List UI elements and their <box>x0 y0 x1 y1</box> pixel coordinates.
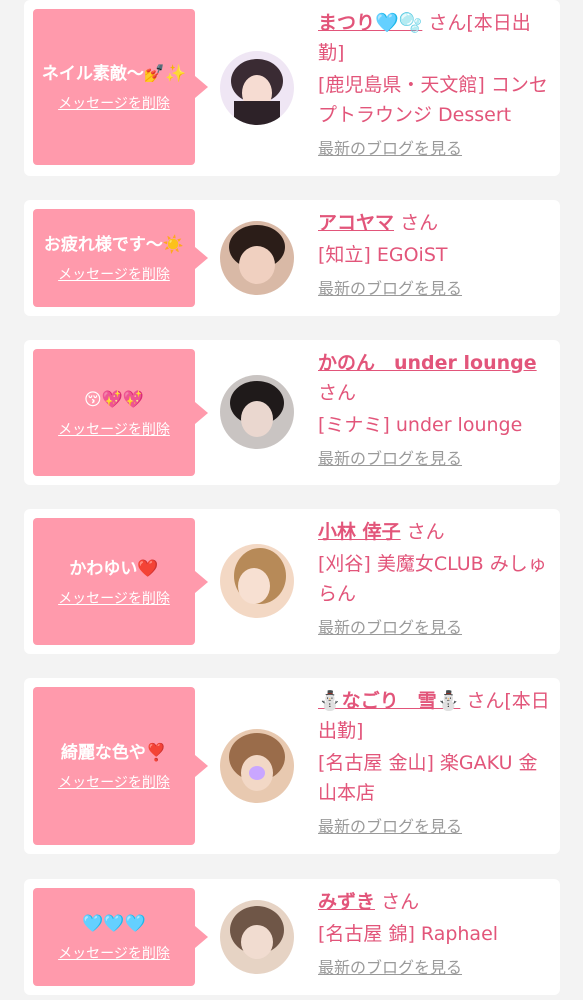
message-bubble: お疲れ様です〜☀️ メッセージを削除 <box>33 209 208 307</box>
avatar[interactable] <box>220 375 294 449</box>
latest-blog-link[interactable]: 最新のブログを見る <box>318 613 554 643</box>
user-name-link[interactable]: みずき <box>318 891 375 913</box>
avatar[interactable] <box>220 544 294 618</box>
avatar-image <box>220 729 294 803</box>
user-name-link[interactable]: 小林 倖子 <box>318 521 401 543</box>
avatar-image <box>220 544 294 618</box>
list-item: お疲れ様です〜☀️ メッセージを削除 アコヤマ さん [知立] EGOiST 最… <box>24 200 560 316</box>
shop-name: [名古屋 金山] 楽GAKU 金山本店 <box>318 752 538 804</box>
message-bubble: 🩵🩵🩵 メッセージを削除 <box>33 888 208 986</box>
delete-message-link[interactable]: メッセージを削除 <box>58 943 170 963</box>
shop-name: [知立] EGOiST <box>318 244 448 266</box>
message-bubble: かわゆい❤️ メッセージを削除 <box>33 518 208 645</box>
list-item: 綺麗な色や❣️ メッセージを削除 ⛄なごり 雪⛄ さん[本日出勤] [名古屋 金… <box>24 678 560 854</box>
message-text: 綺麗な色や❣️ <box>60 743 168 763</box>
shop-name: [ミナミ] under lounge <box>318 414 523 436</box>
latest-blog-link[interactable]: 最新のブログを見る <box>318 444 554 474</box>
user-suffix: さん <box>406 521 445 543</box>
list-item: 🩵🩵🩵 メッセージを削除 みずき さん [名古屋 錦] Raphael 最新のブ… <box>24 879 560 995</box>
shop-name: [鹿児島県・天文館] コンセプトラウンジ Dessert <box>318 74 548 126</box>
avatar[interactable] <box>220 221 294 295</box>
user-info: まつり🩵🫧 さん[本日出勤] [鹿児島県・天文館] コンセプトラウンジ Dess… <box>318 8 554 164</box>
avatar-image <box>220 51 294 125</box>
delete-message-link[interactable]: メッセージを削除 <box>58 264 170 284</box>
user-info: かのん under lounge さん [ミナミ] under lounge 最… <box>318 348 554 474</box>
message-text: ネイル素敵〜💅✨ <box>41 64 187 84</box>
avatar-image <box>220 375 294 449</box>
latest-blog-link[interactable]: 最新のブログを見る <box>318 953 554 983</box>
message-bubble: ネイル素敵〜💅✨ メッセージを削除 <box>33 9 208 165</box>
shop-name: [名古屋 錦] Raphael <box>318 923 499 945</box>
user-suffix: さん <box>400 212 439 234</box>
user-suffix: さん <box>318 382 357 404</box>
shop-name: [刈谷] 美魔女CLUB みしゅらん <box>318 553 547 605</box>
user-name-link[interactable]: かのん under lounge <box>318 352 537 374</box>
user-info: みずき さん [名古屋 錦] Raphael 最新のブログを見る <box>318 887 554 983</box>
delete-message-link[interactable]: メッセージを削除 <box>58 772 170 792</box>
latest-blog-link[interactable]: 最新のブログを見る <box>318 274 554 304</box>
avatar[interactable] <box>220 729 294 803</box>
avatar[interactable] <box>220 51 294 125</box>
message-text: かわゆい❤️ <box>69 558 159 579</box>
list-item: かわゆい❤️ メッセージを削除 小林 倖子 さん [刈谷] 美魔女CLUB みし… <box>24 509 560 654</box>
avatar-image <box>220 900 294 974</box>
user-name-link[interactable]: まつり🩵🫧 <box>318 12 422 34</box>
latest-blog-link[interactable]: 最新のブログを見る <box>318 812 554 842</box>
message-text: 🩵🩵🩵 <box>82 914 146 934</box>
message-bubble: 😚💖💖 メッセージを削除 <box>33 349 208 476</box>
user-info: ⛄なごり 雪⛄ さん[本日出勤] [名古屋 金山] 楽GAKU 金山本店 最新の… <box>318 686 554 842</box>
avatar-image <box>220 221 294 295</box>
user-info: アコヤマ さん [知立] EGOiST 最新のブログを見る <box>318 208 554 304</box>
delete-message-link[interactable]: メッセージを削除 <box>58 419 170 439</box>
list-item: 😚💖💖 メッセージを削除 かのん under lounge さん [ミナミ] u… <box>24 340 560 485</box>
delete-message-link[interactable]: メッセージを削除 <box>58 93 170 113</box>
message-text: お疲れ様です〜☀️ <box>43 235 185 255</box>
message-bubble: 綺麗な色や❣️ メッセージを削除 <box>33 687 208 845</box>
message-text: 😚💖💖 <box>83 389 145 410</box>
avatar[interactable] <box>220 900 294 974</box>
user-name-link[interactable]: アコヤマ <box>318 212 394 234</box>
user-suffix: さん <box>381 891 420 913</box>
list-item: ネイル素敵〜💅✨ メッセージを削除 まつり🩵🫧 さん[本日出勤] [鹿児島県・天… <box>24 0 560 176</box>
user-name-link[interactable]: ⛄なごり 雪⛄ <box>318 690 460 712</box>
user-info: 小林 倖子 さん [刈谷] 美魔女CLUB みしゅらん 最新のブログを見る <box>318 517 554 643</box>
latest-blog-link[interactable]: 最新のブログを見る <box>318 134 554 164</box>
delete-message-link[interactable]: メッセージを削除 <box>58 588 170 608</box>
